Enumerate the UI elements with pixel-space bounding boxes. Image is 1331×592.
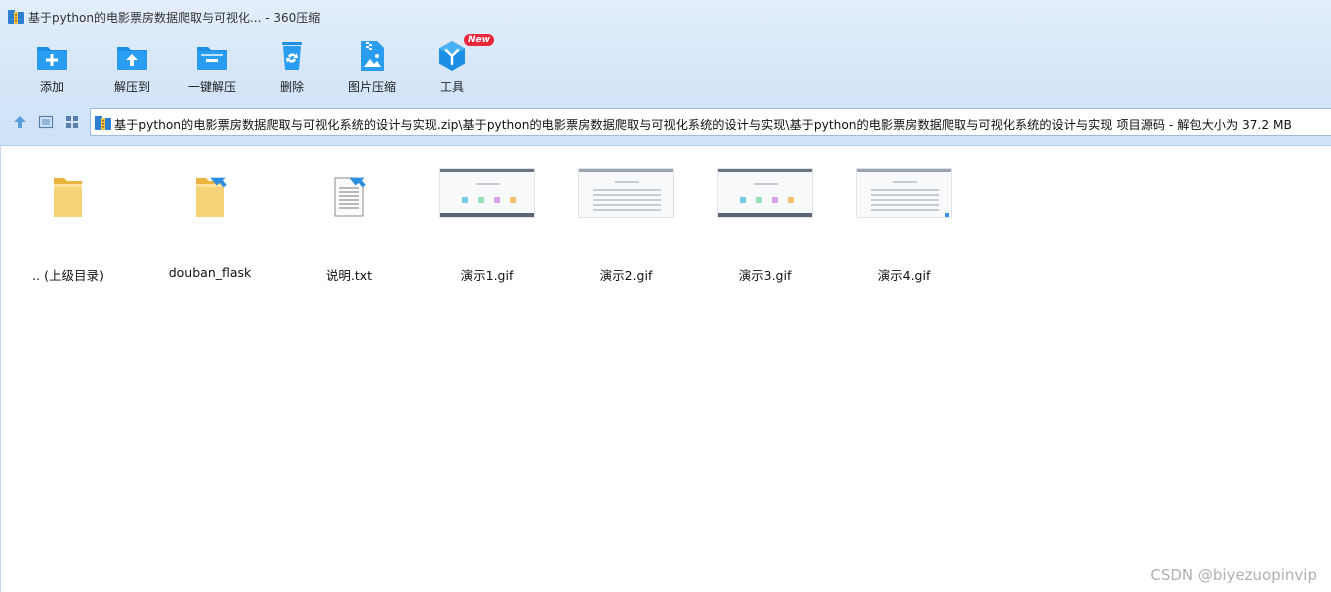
image-compress-icon	[361, 41, 384, 71]
file-name: douban_flask	[168, 265, 252, 280]
gif-thumbnail	[717, 168, 813, 218]
app-window: 基于python的电影票房数据爬取与可视化... - 360压缩 添加 解压到 …	[0, 0, 1331, 592]
extract-to-label: 解压到	[113, 80, 150, 94]
image-compress-label: 图片压缩	[347, 80, 396, 94]
file-item-readme[interactable]: 说明.txt	[289, 164, 409, 283]
file-name: 演示2.gif	[599, 268, 653, 283]
folder-icon	[54, 178, 82, 217]
file-item-parent[interactable]: .. (上级目录)	[8, 164, 128, 283]
title-bar: 基于python的电影票房数据爬取与可视化... - 360压缩	[0, 0, 1331, 32]
address-bar[interactable]: 基于python的电影票房数据爬取与可视化系统的设计与实现.zip\基于pyth…	[90, 108, 1331, 136]
delete-label: 删除	[279, 80, 304, 94]
file-item-demo4[interactable]: 演示4.gif	[844, 164, 964, 283]
gif-thumbnail	[856, 168, 952, 218]
file-name: 说明.txt	[325, 268, 373, 283]
one-click-extract-button[interactable]: 一键解压	[172, 34, 252, 100]
file-item-demo2[interactable]: 演示2.gif	[566, 164, 686, 283]
new-badge: New	[464, 34, 494, 46]
add-label: 添加	[39, 80, 64, 94]
archive-icon	[95, 116, 111, 130]
file-name: 演示3.gif	[738, 268, 792, 283]
window-chrome: 基于python的电影票房数据爬取与可视化... - 360压缩 添加 解压到 …	[0, 0, 1331, 146]
file-item-demo3[interactable]: 演示3.gif	[705, 164, 825, 283]
file-item-demo1[interactable]: 演示1.gif	[427, 164, 547, 283]
window-title: 基于python的电影票房数据爬取与可视化... - 360压缩	[28, 11, 321, 25]
extract-to-icon	[117, 47, 147, 70]
tools-icon	[439, 41, 465, 71]
gif-thumbnail	[578, 168, 674, 218]
file-item-douban-flask[interactable]: douban_flask	[150, 164, 270, 280]
gif-thumbnail	[439, 168, 535, 218]
file-name: 演示4.gif	[877, 268, 931, 283]
folder-shortcut-icon	[196, 177, 227, 217]
address-row: 基于python的电影票房数据爬取与可视化系统的设计与实现.zip\基于pyth…	[0, 106, 1331, 138]
one-click-extract-icon	[197, 47, 227, 70]
tools-label: 工具	[439, 80, 464, 94]
text-file-icon	[334, 177, 366, 217]
recycle-bin-icon	[282, 42, 302, 70]
one-click-extract-label: 一键解压	[187, 80, 236, 94]
delete-button[interactable]: 删除	[252, 34, 332, 100]
extract-to-button[interactable]: 解压到	[92, 34, 172, 100]
tools-button[interactable]: New 工具	[412, 34, 494, 100]
file-name: .. (上级目录)	[32, 268, 104, 283]
grid-view-icon[interactable]	[64, 114, 80, 130]
detail-view-icon[interactable]	[38, 114, 54, 130]
csdn-watermark: CSDN @biyezuopinvip	[1150, 566, 1317, 584]
image-compress-button[interactable]: 图片压缩	[332, 34, 412, 100]
up-arrow-icon[interactable]	[12, 114, 28, 130]
add-button[interactable]: 添加	[12, 34, 92, 100]
file-list: .. (上级目录) douban_flask 说明.txt 演示1.gif 演示…	[0, 146, 1331, 592]
add-folder-icon	[37, 47, 67, 70]
address-path: 基于python的电影票房数据爬取与可视化系统的设计与实现.zip\基于pyth…	[114, 118, 1292, 132]
file-name: 演示1.gif	[460, 268, 514, 283]
toolbar: 添加 解压到 一键解压 删除 图片压缩 New 工具	[0, 34, 1331, 100]
archive-icon	[8, 10, 24, 24]
